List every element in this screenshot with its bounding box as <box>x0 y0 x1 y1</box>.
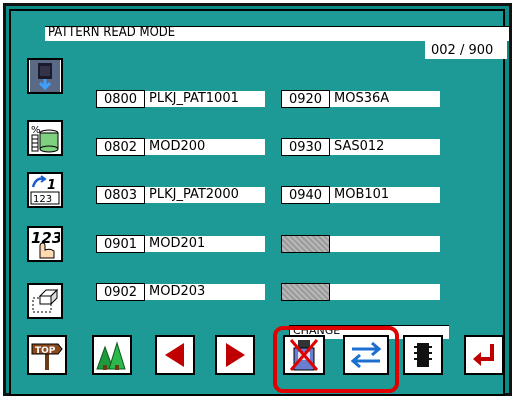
hand-number-input-icon: 123 <box>31 229 60 259</box>
eraser-icon <box>32 288 59 313</box>
percent-database-icon: % <box>31 125 59 153</box>
pattern-number <box>281 235 330 253</box>
pattern-name: MOB101 <box>334 187 390 202</box>
next-button[interactable] <box>215 335 255 375</box>
previous-button[interactable] <box>155 335 195 375</box>
pattern-number: 0803 <box>96 186 145 204</box>
tree-button[interactable] <box>92 335 132 375</box>
enter-button[interactable] <box>464 335 504 375</box>
svg-text:123: 123 <box>31 229 60 247</box>
memory-chip-icon <box>414 343 432 367</box>
svg-text:123: 123 <box>33 194 52 205</box>
pattern-number: 0940 <box>281 186 330 204</box>
pattern-name: SAS012 <box>334 139 385 154</box>
pattern-name-field <box>330 284 440 300</box>
pattern-name: MOD201 <box>149 236 206 251</box>
top-button[interactable]: TOP <box>27 335 67 375</box>
highlight-box <box>273 326 399 393</box>
tree-icon <box>96 341 126 370</box>
number-input-button[interactable]: 123 <box>27 226 63 262</box>
pattern-number <box>281 283 330 301</box>
pattern-number: 0902 <box>96 283 145 301</box>
pattern-number: 0930 <box>281 138 330 156</box>
pattern-name: MOS36A <box>334 91 390 106</box>
pattern-name: MOD200 <box>149 139 206 154</box>
database-button[interactable]: % <box>27 120 63 156</box>
pattern-counter: 002 / 900 <box>431 43 494 58</box>
right-arrow-icon <box>226 343 245 367</box>
left-arrow-icon <box>165 343 184 367</box>
enter-icon <box>473 344 494 366</box>
svg-text:%: % <box>31 125 41 136</box>
pattern-number: 0800 <box>96 90 145 108</box>
svg-text:TOP: TOP <box>35 346 56 356</box>
renumber-button[interactable]: 1 123 <box>27 172 63 208</box>
erase-button[interactable] <box>27 283 63 319</box>
svg-text:1: 1 <box>47 178 56 193</box>
pattern-name: MOD203 <box>149 284 206 299</box>
memory-button[interactable] <box>403 335 443 375</box>
pattern-name: PLKJ_PAT2000 <box>149 187 239 202</box>
pattern-number: 0901 <box>96 235 145 253</box>
read-button[interactable] <box>27 58 63 94</box>
pattern-name-field <box>330 236 440 252</box>
pattern-number: 0920 <box>281 90 330 108</box>
page-title: PATTERN READ MODE <box>48 25 176 40</box>
pattern-name: PLKJ_PAT1001 <box>149 91 239 106</box>
top-icon: TOP <box>31 343 63 370</box>
renumber-123-icon: 1 123 <box>30 175 60 205</box>
floppy-read-icon <box>30 60 60 92</box>
pattern-number: 0802 <box>96 138 145 156</box>
machine-panel: PATTERN READ MODE 002 / 900 % 1 123 123 … <box>0 0 519 403</box>
